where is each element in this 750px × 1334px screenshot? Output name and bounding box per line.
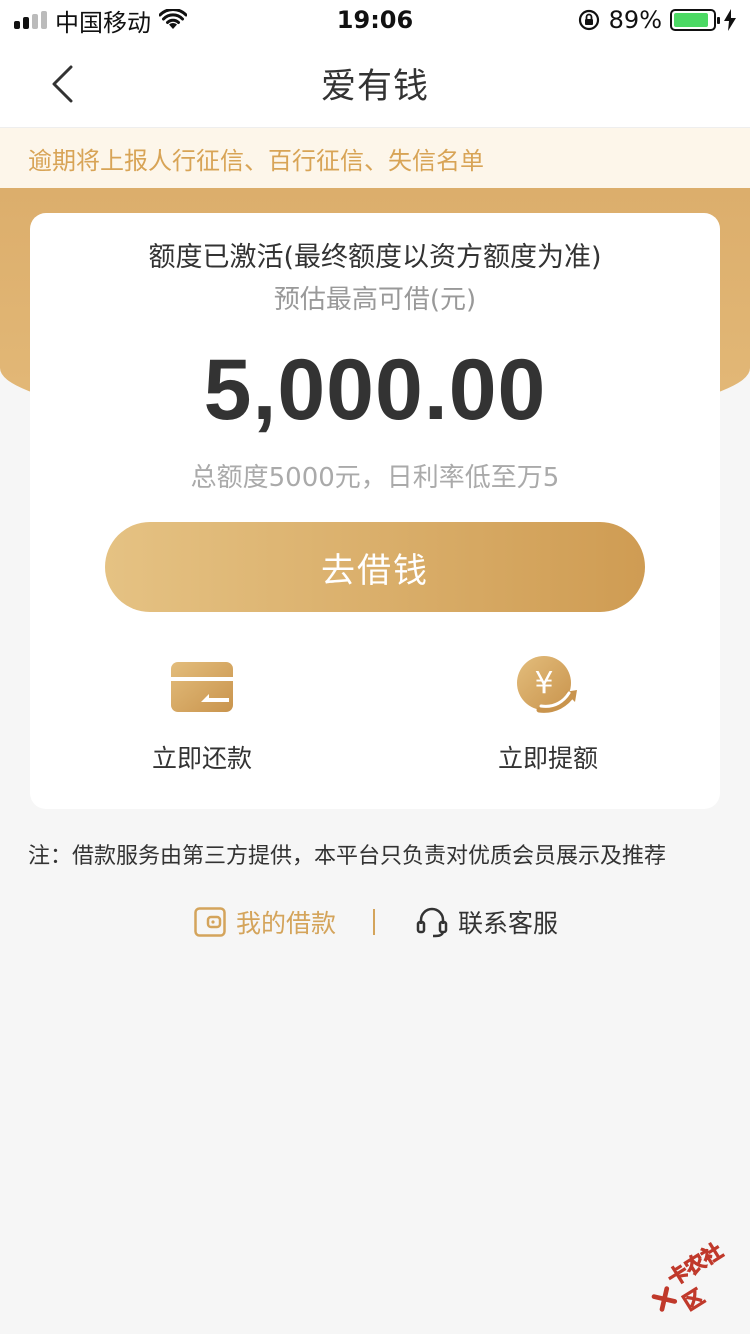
credit-card-panel: 额度已激活(最终额度以资方额度为准) 预估最高可借(元) 5,000.00 总额… [30, 213, 720, 809]
charging-icon [724, 9, 736, 31]
disclaimer-note: 注：借款服务由第三方提供，本平台只负责对优质会员展示及推荐 [28, 844, 667, 869]
signal-icon [14, 11, 47, 29]
nav-bar: 爱有钱 [0, 40, 750, 128]
credit-amount: 5,000.00 [203, 342, 547, 438]
raise-limit-button[interactable]: ¥ 立即提额 [448, 655, 648, 775]
my-loans-link[interactable]: 我的借款 [194, 904, 336, 940]
yuan-up-icon: ¥ [516, 655, 580, 719]
carrier-name: 中国移动 [55, 8, 151, 37]
rotation-lock-icon [578, 9, 599, 31]
credit-status-title: 额度已激活(最终额度以资方额度为准) [148, 242, 602, 273]
my-loans-label: 我的借款 [236, 909, 337, 938]
overdue-notice: 逾期将上报人行征信、百行征信、失信名单 [0, 128, 750, 188]
borrow-button[interactable]: 去借钱 [105, 522, 645, 612]
bottom-links: 我的借款 联系客服 [0, 900, 750, 946]
status-left: 中国移动 [14, 3, 187, 38]
chevron-left-icon [52, 65, 73, 103]
watermark: 卡农社区 [640, 1226, 750, 1330]
customer-service-label: 联系客服 [458, 909, 559, 938]
credit-subtitle: 预估最高可借(元) [273, 285, 477, 315]
repay-now-label: 立即还款 [151, 744, 252, 773]
raise-limit-label: 立即提额 [497, 744, 598, 773]
wifi-icon [159, 9, 187, 29]
credit-description: 总额度5000元，日利率低至万5 [190, 463, 560, 493]
battery-percent: 89% [608, 6, 662, 34]
customer-service-link[interactable]: 联系客服 [416, 904, 558, 940]
wallet-icon [194, 907, 226, 937]
status-bar: 中国移动 19:06 89% [0, 0, 750, 40]
page-title: 爱有钱 [320, 67, 429, 107]
repay-now-button[interactable]: 立即还款 [102, 655, 302, 775]
status-right: 89% [577, 6, 736, 34]
battery-icon [670, 9, 720, 31]
svg-text:¥: ¥ [534, 666, 553, 701]
back-button[interactable] [40, 62, 84, 106]
link-divider [373, 909, 375, 935]
headset-icon [416, 907, 448, 938]
card-icon [170, 655, 234, 719]
